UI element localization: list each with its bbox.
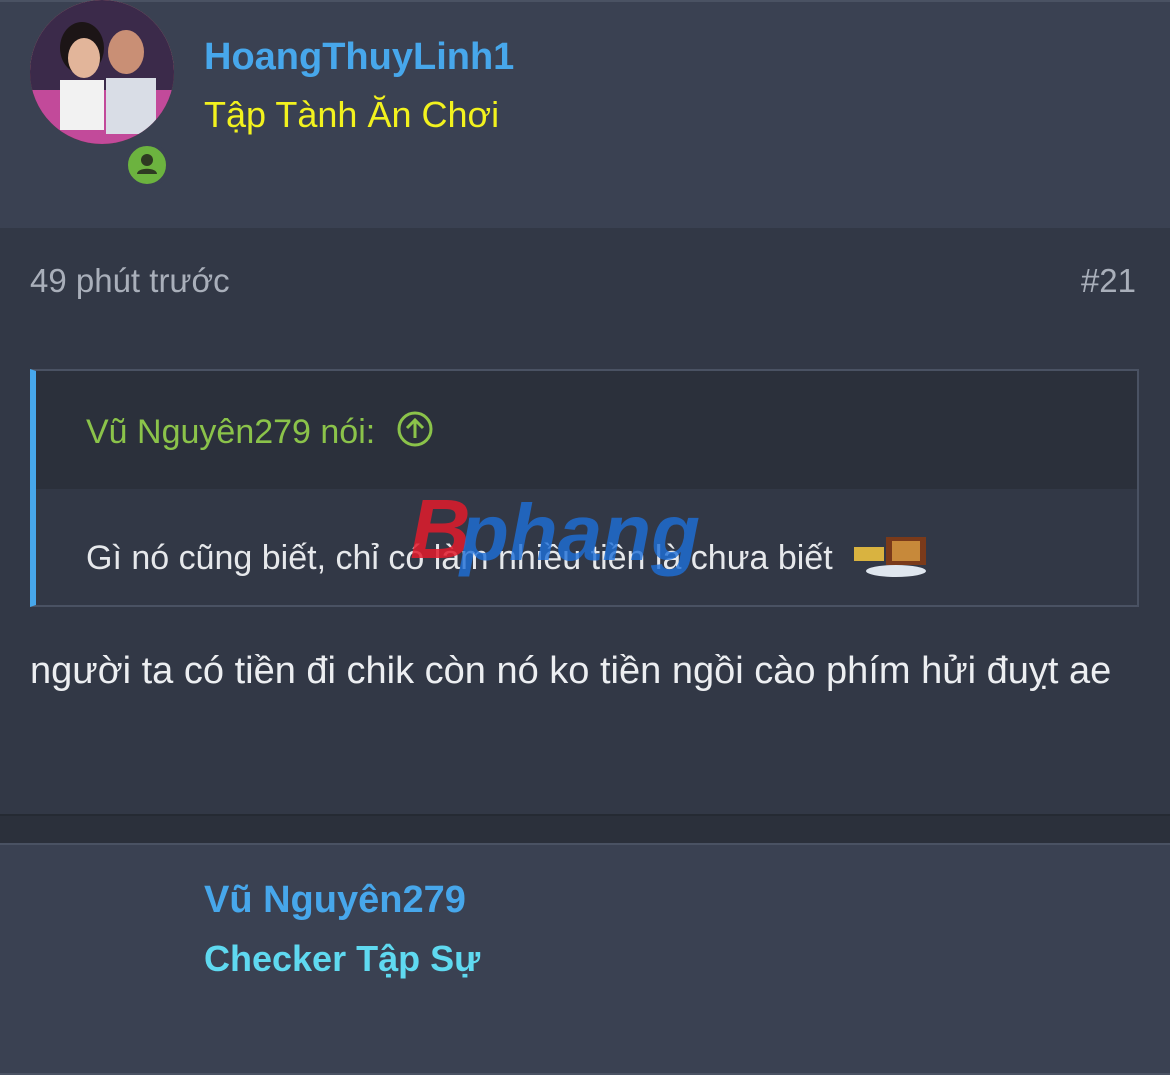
username[interactable]: Vũ Nguyên279 — [204, 879, 466, 922]
post-message: người ta có tiền đi chik còn nó ko tiền … — [30, 650, 1112, 692]
user-title: Tập Tành Ăn Chơi — [204, 94, 500, 135]
post-number[interactable]: #21 — [1081, 262, 1136, 300]
money-sticker-icon — [854, 537, 927, 577]
person-circle-icon — [137, 154, 157, 174]
arrow-up-circle-icon[interactable] — [395, 409, 435, 449]
next-post-user-header — [0, 843, 1170, 1075]
quote-author[interactable]: Vũ Nguyên279 nói: — [86, 409, 435, 452]
quote-author-label: Vũ Nguyên279 nói: — [86, 413, 376, 451]
quote-header: Vũ Nguyên279 nói: — [36, 371, 1137, 489]
username[interactable]: HoangThuyLinh1 — [204, 36, 514, 79]
online-status-badge — [124, 142, 170, 188]
watermark-logo: B phang — [408, 482, 768, 593]
avatar[interactable] — [30, 0, 174, 144]
watermark-text: phang — [458, 488, 700, 577]
user-title: Checker Tập Sự — [204, 938, 481, 979]
post-timestamp[interactable]: 49 phút trước — [30, 262, 230, 300]
post-user-header — [0, 0, 1170, 230]
